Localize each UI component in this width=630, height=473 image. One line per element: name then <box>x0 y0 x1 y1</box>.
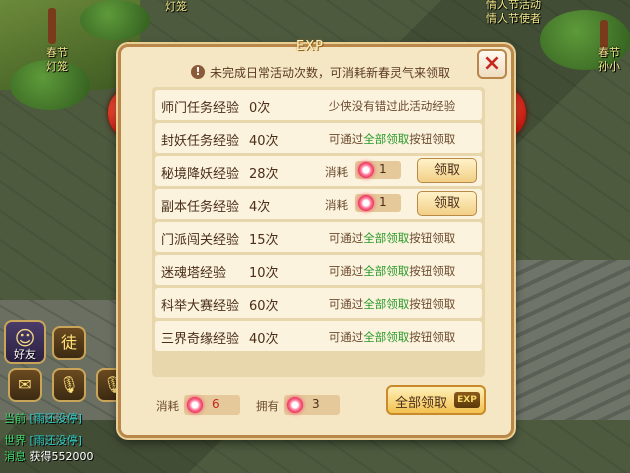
chat-icon: ✉ <box>18 375 32 394</box>
claim-all-button[interactable]: 全部领取 EXP <box>386 385 486 415</box>
spirit-gem-icon <box>358 162 374 178</box>
npc-label[interactable]: 灯笼 <box>46 58 68 74</box>
spirit-gem-icon <box>187 397 203 413</box>
chat-line[interactable]: 当前 [雨还没停] <box>4 410 82 426</box>
cost-box: 1 <box>355 161 401 179</box>
cost-label: 消耗 <box>325 165 348 179</box>
list-item: 副本任务经验 4次 消耗 1 领取 <box>155 189 482 219</box>
voice-world-button[interactable]: 🎙 <box>52 368 86 402</box>
row-hint: 少侠没有错过此活动经验 <box>328 99 456 113</box>
missed-count: 4次 <box>249 200 271 215</box>
chat-sender[interactable]: [雨还没停] <box>30 434 83 447</box>
activity-name: 师门任务经验 <box>161 101 240 116</box>
claim-all-label: 全部领取 <box>395 396 448 411</box>
owned-value: 3 <box>312 397 320 411</box>
missed-count: 40次 <box>249 134 279 149</box>
activity-name: 门派闯关经验 <box>161 233 240 248</box>
spirit-gem-icon <box>358 195 374 211</box>
team-button[interactable]: 徒 <box>52 326 86 360</box>
row-hint: 可通过全部领取按钮领取 <box>328 297 456 311</box>
chat-channel: 当前 <box>4 412 26 425</box>
notice-bar: ! 未完成日常活动次数，可消耗新春灵气来领取 <box>191 61 453 83</box>
chat-message: 获得552000 <box>29 450 94 463</box>
spirit-gem-icon <box>287 397 303 413</box>
total-cost-label: 消耗 <box>156 399 179 413</box>
chat-channel: 世界 <box>4 434 26 447</box>
activity-name: 封妖任务经验 <box>161 134 240 149</box>
chat-button[interactable]: ✉ <box>8 368 42 402</box>
list-item: 三界奇缘经验 40次 可通过全部领取按钮领取 <box>155 321 482 351</box>
close-icon: × <box>482 51 502 76</box>
missed-count: 15次 <box>249 233 279 248</box>
npc-label[interactable]: 灯笼 <box>165 0 187 14</box>
info-icon: ! <box>191 65 205 79</box>
torch <box>48 8 56 44</box>
microphone-icon: 🎙 <box>58 375 80 394</box>
tree <box>80 0 150 40</box>
total-cost-value: 6 <box>212 397 220 411</box>
chat-channel: 消息 <box>4 450 26 463</box>
list-item: 封妖任务经验 40次 可通过全部领取按钮领取 <box>155 123 482 153</box>
activity-name: 科举大赛经验 <box>161 299 240 314</box>
missed-count: 40次 <box>249 332 279 347</box>
chat-sender[interactable]: [雨还没停] <box>30 412 83 425</box>
exp-list[interactable]: 师门任务经验 0次 少侠没有错过此活动经验 封妖任务经验 40次 可通过全部领取… <box>152 87 485 377</box>
total-cost-box: 6 <box>184 395 240 415</box>
activity-name: 秘境降妖经验 <box>161 167 240 182</box>
list-item: 秘境降妖经验 28次 消耗 1 领取 <box>155 156 482 186</box>
close-button[interactable]: × <box>477 49 507 79</box>
row-hint: 可通过全部领取按钮领取 <box>328 330 456 344</box>
activity-name: 三界奇缘经验 <box>161 332 240 347</box>
exp-badge-icon: EXP <box>454 392 480 408</box>
list-item: 迷魂塔经验 10次 可通过全部领取按钮领取 <box>155 255 482 285</box>
cost-label: 消耗 <box>325 198 348 212</box>
missed-count: 10次 <box>249 266 279 281</box>
missed-count: 28次 <box>249 167 279 182</box>
row-hint: 可通过全部领取按钮领取 <box>328 264 456 278</box>
list-item: 师门任务经验 0次 少侠没有错过此活动经验 <box>155 90 482 120</box>
notice-text: 未完成日常活动次数，可消耗新春灵气来领取 <box>210 65 451 80</box>
friends-button[interactable]: ☺ 好友 <box>4 320 46 364</box>
list-item: 科举大赛经验 60次 可通过全部领取按钮领取 <box>155 288 482 318</box>
npc-label[interactable]: 孙小 <box>598 58 620 74</box>
claim-button[interactable]: 领取 <box>417 158 477 183</box>
row-hint: 可通过全部领取按钮领取 <box>328 231 456 245</box>
friends-label: 好友 <box>14 348 36 361</box>
dialog-title: EXP <box>296 39 324 54</box>
cost-value: 1 <box>379 195 387 209</box>
owned-label: 拥有 <box>256 399 279 413</box>
missed-count: 60次 <box>249 299 279 314</box>
cost-box: 1 <box>355 194 401 212</box>
chat-line[interactable]: 消息 获得552000 <box>4 448 94 464</box>
exp-recovery-dialog: EXP ! 未完成日常活动次数，可消耗新春灵气来领取 × 师门任务经验 0次 少… <box>118 39 514 438</box>
cost-value: 1 <box>379 162 387 176</box>
activity-name: 迷魂塔经验 <box>161 266 227 281</box>
row-hint: 可通过全部领取按钮领取 <box>328 132 456 146</box>
list-item: 门派闯关经验 15次 可通过全部领取按钮领取 <box>155 222 482 252</box>
chat-line[interactable]: 世界 [雨还没停] <box>4 432 82 448</box>
team-badge: 徒 <box>60 333 77 352</box>
missed-count: 0次 <box>249 101 271 116</box>
owned-box: 3 <box>284 395 340 415</box>
activity-name: 副本任务经验 <box>161 200 240 215</box>
npc-label[interactable]: 情人节使者 <box>486 10 541 26</box>
claim-button[interactable]: 领取 <box>417 191 477 216</box>
